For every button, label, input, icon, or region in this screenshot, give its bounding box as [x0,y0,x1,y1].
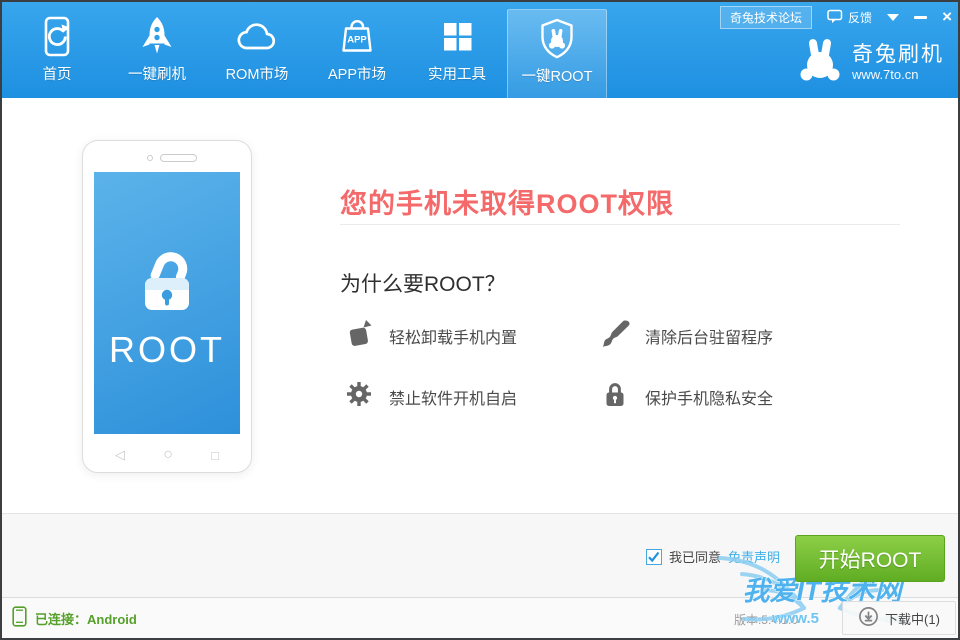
android-recent-icon: □ [211,448,219,463]
dropdown-caret-icon[interactable] [887,14,899,21]
window-controls: 奇兔技术论坛 反馈 × [720,6,952,28]
logo-title: 奇兔刷机 [852,43,944,67]
unlocked-padlock-icon [124,236,210,317]
action-bar: 我已同意 免责声明 开始ROOT [2,513,958,599]
tab-label: ROM市场 [226,63,289,84]
brush-icon [600,318,630,353]
minimize-button[interactable] [914,16,927,19]
tab-home[interactable]: 首页 [7,2,107,98]
android-back-icon: ◁ [115,447,125,463]
version-label: 版本:5.4.1.0 [734,611,798,628]
phone-illustration: ROOT ◁ ○ □ [82,140,252,473]
tab-rom-market[interactable]: ROM市场 [207,2,307,98]
phone-connected-icon [12,606,27,630]
app-bag-icon: APP [334,14,380,60]
phone-camera-dot [147,155,153,161]
tab-label: 一键刷机 [128,63,186,84]
speech-bubble-icon [827,8,843,27]
feedback-button[interactable]: 反馈 [827,8,872,27]
tools-grid-icon [434,14,480,60]
phone-screen-text: ROOT [109,329,225,371]
disclaimer-link[interactable]: 免责声明 [728,547,780,566]
feature-uninstall: 轻松卸载手机内置 [344,318,600,353]
uninstall-icon [344,318,374,353]
agree-label: 我已同意 [669,547,721,566]
rocket-icon [134,14,180,60]
tab-label: 实用工具 [428,63,486,84]
main-nav: 首页 一键刷机 [7,2,607,98]
tab-one-key-flash[interactable]: 一键刷机 [107,2,207,98]
status-bar: 已连接：Android 版本:5.4.1.0 下载中(1) [2,597,958,638]
download-label: 下载中(1) [885,609,940,628]
feature-label: 保护手机隐私安全 [645,385,773,409]
svg-text:APP: APP [347,35,367,46]
feedback-label: 反馈 [848,9,872,26]
tab-label: 首页 [43,63,72,84]
shield-bunny-icon [534,16,580,62]
gear-icon [344,379,374,414]
page-title: 您的手机未取得ROOT权限 [340,182,674,221]
bunny-logo-icon [797,38,843,87]
download-icon [858,606,879,630]
close-button[interactable]: × [942,10,952,24]
android-home-icon: ○ [163,446,173,464]
why-root-heading: 为什么要ROOT？ [340,268,506,298]
tab-label: APP市场 [328,63,386,84]
feature-clean: 清除后台驻留程序 [600,318,773,353]
feature-privacy: 保护手机隐私安全 [600,379,773,414]
feature-label: 清除后台驻留程序 [645,324,773,348]
feature-label: 轻松卸载手机内置 [389,324,517,348]
connection-label: 已连接：Android [35,609,137,628]
feature-autostart: 禁止软件开机自启 [344,379,600,414]
agree-row: 我已同意 免责声明 [646,514,780,599]
download-manager-button[interactable]: 下载中(1) [842,601,956,635]
phone-screen: ROOT [94,172,240,434]
cloud-icon [234,14,280,60]
app-logo: 奇兔刷机 www.7to.cn [797,38,944,87]
app-window: 首页 一键刷机 [0,0,960,640]
header: 首页 一键刷机 [2,2,958,98]
logo-url: www.7to.cn [852,67,944,82]
start-root-button[interactable]: 开始ROOT [795,535,945,582]
feature-list: 轻松卸载手机内置 清除后台驻留程序 禁止软件开机自启 [344,318,773,414]
agree-checkbox[interactable] [646,549,662,565]
feature-label: 禁止软件开机自启 [389,385,517,409]
connection-status: 已连接：Android [12,598,137,638]
tab-label: 一键ROOT [522,65,593,86]
phone-speaker [160,154,197,162]
home-refresh-icon [34,14,80,60]
phone-nav-buttons: ◁ ○ □ [83,446,251,464]
forum-button[interactable]: 奇兔技术论坛 [720,6,812,29]
divider [340,224,900,225]
tab-app-market[interactable]: APP APP市场 [307,2,407,98]
tab-one-key-root[interactable]: 一键ROOT [507,9,607,98]
lock-icon [600,379,630,414]
tab-tools[interactable]: 实用工具 [407,2,507,98]
